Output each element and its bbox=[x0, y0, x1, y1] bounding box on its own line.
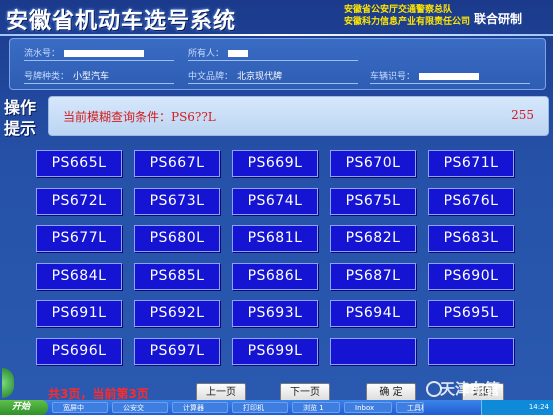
plate-option-button[interactable]: PS683L bbox=[428, 225, 514, 253]
empty-plate-slot bbox=[428, 338, 514, 365]
owner-label: 所有人： bbox=[188, 49, 225, 59]
vin-label: 车辆识号： bbox=[370, 72, 416, 82]
org-line-1: 安徽省公安厅交通警察总队 bbox=[344, 5, 453, 15]
plate-option-button[interactable]: PS694L bbox=[330, 300, 416, 328]
taskbar-task[interactable]: 工具栏 bbox=[396, 402, 424, 413]
app-window: 安徽省机动车选号系统 安徽省公安厅交通警察总队 安徽科力信息产业有限责任公司 联… bbox=[0, 0, 553, 415]
plate-option-button[interactable]: PS682L bbox=[330, 225, 416, 253]
owner-redacted bbox=[228, 50, 249, 57]
plate-option-button[interactable]: PS693L bbox=[232, 300, 318, 328]
vin-field: 车辆识号： bbox=[370, 69, 530, 84]
plate-option-button[interactable]: PS681L bbox=[232, 225, 318, 253]
taskbar-task[interactable]: Inbox bbox=[344, 402, 392, 413]
plate-option-button[interactable]: PS672L bbox=[36, 187, 122, 215]
empty-plate-slot bbox=[330, 338, 416, 365]
serial-field: 流水号： bbox=[24, 46, 174, 61]
plate-option-button[interactable]: PS670L bbox=[330, 150, 416, 177]
plate-option-button[interactable]: PS680L bbox=[134, 225, 220, 253]
plate-option-button[interactable]: PS690L bbox=[428, 262, 514, 290]
plate-option-button[interactable]: PS667L bbox=[134, 150, 220, 177]
plate-option-button[interactable]: PS674L bbox=[232, 187, 318, 215]
plate-option-button[interactable]: PS691L bbox=[36, 300, 122, 328]
plate-option-button[interactable]: PS696L bbox=[36, 338, 122, 365]
plate-option-button[interactable]: PS665L bbox=[36, 150, 122, 177]
plate-type-value: 小型汽车 bbox=[73, 72, 110, 82]
clock: 14:24 bbox=[528, 403, 549, 411]
vin-redacted bbox=[419, 73, 480, 80]
serial-label: 流水号： bbox=[24, 49, 61, 59]
plate-option-button[interactable]: PS692L bbox=[134, 300, 220, 328]
organization-text: 安徽省公安厅交通警察总队 安徽科力信息产业有限责任公司 bbox=[344, 4, 470, 28]
serial-redacted bbox=[64, 50, 145, 57]
plate-option-button[interactable]: PS687L bbox=[330, 262, 416, 290]
plate-option-button[interactable]: PS686L bbox=[232, 262, 318, 290]
org-line-2: 安徽科力信息产业有限责任公司 bbox=[344, 17, 471, 27]
hint-label-line-1: 操作 bbox=[4, 98, 37, 117]
hint-label: 操作 提示 bbox=[4, 97, 36, 139]
taskbar-task[interactable]: 打印机 bbox=[232, 402, 288, 413]
desktop-globe-icon bbox=[2, 368, 14, 398]
owner-field: 所有人： bbox=[188, 46, 358, 61]
hint-box: 当前模糊查询条件：PS6??L 255 bbox=[48, 96, 549, 136]
start-button[interactable]: 开始 bbox=[0, 400, 48, 415]
plate-option-button[interactable]: PS699L bbox=[232, 338, 318, 365]
watermark: 天津车管 bbox=[440, 380, 501, 398]
app-title: 安徽省机动车选号系统 bbox=[6, 9, 237, 34]
brand-field: 中文品牌： 北京现代牌 bbox=[188, 69, 358, 84]
plate-option-button[interactable]: PS673L bbox=[134, 187, 220, 215]
plate-option-button[interactable]: PS669L bbox=[232, 150, 318, 177]
taskbar-task[interactable]: 浏览 1 bbox=[292, 402, 340, 413]
plate-type-label: 号牌种类： bbox=[24, 72, 70, 82]
vehicle-info-panel: 流水号： 所有人： 号牌种类： 小型汽车 中文品牌： 北京现代牌 车辆识号： bbox=[9, 38, 546, 90]
plate-option-button[interactable]: PS675L bbox=[330, 187, 416, 215]
result-count: 255 bbox=[511, 108, 534, 122]
hint-label-line-2: 提示 bbox=[4, 119, 37, 138]
plate-type-field: 号牌种类： 小型汽车 bbox=[24, 69, 174, 84]
brand-label: 中文品牌： bbox=[188, 72, 234, 82]
system-tray: 14:24 bbox=[481, 400, 553, 415]
plate-option-button[interactable]: PS676L bbox=[428, 187, 514, 215]
plate-option-button[interactable]: PS697L bbox=[134, 338, 220, 365]
joint-dev-label: 联合研制 bbox=[474, 12, 523, 26]
plate-option-button[interactable]: PS677L bbox=[36, 225, 122, 253]
header-divider bbox=[0, 34, 553, 36]
plate-option-button[interactable]: PS685L bbox=[134, 262, 220, 290]
plate-option-button[interactable]: PS684L bbox=[36, 262, 122, 290]
query-condition-text: 当前模糊查询条件：PS6??L bbox=[63, 110, 216, 124]
taskbar-task[interactable]: 宽屏中 bbox=[52, 402, 108, 413]
plate-option-button[interactable]: PS671L bbox=[428, 150, 514, 177]
taskbar: 开始 宽屏中公安交计算器打印机浏览 1 Inbox 工具栏 14:24 bbox=[0, 400, 553, 415]
brand-value: 北京现代牌 bbox=[237, 72, 283, 82]
taskbar-task[interactable]: 计算器 bbox=[172, 402, 228, 413]
taskbar-task[interactable]: 公安交 bbox=[112, 402, 168, 413]
plate-option-button[interactable]: PS695L bbox=[428, 300, 514, 328]
